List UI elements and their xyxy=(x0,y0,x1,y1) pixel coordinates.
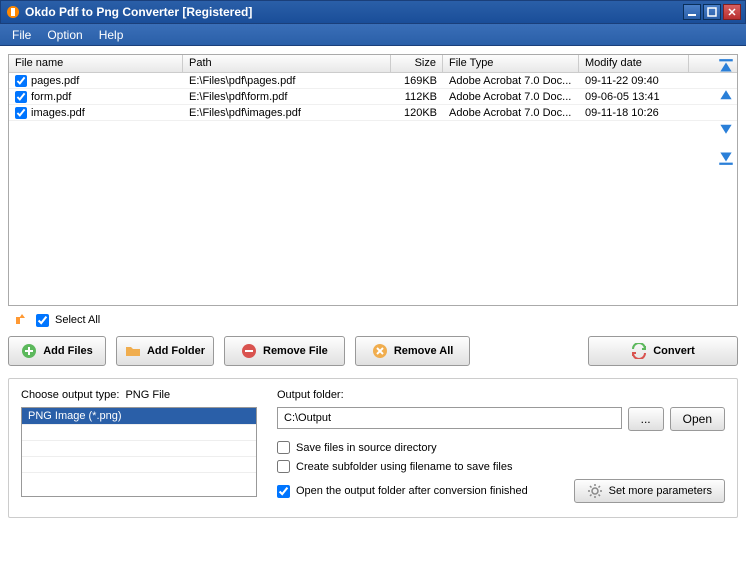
column-header-type[interactable]: File Type xyxy=(443,55,579,72)
output-folder-label: Output folder: xyxy=(277,389,725,401)
file-date: 09-11-22 09:40 xyxy=(579,75,689,87)
file-path: E:\Files\pdf\pages.pdf xyxy=(183,75,391,87)
column-header-size[interactable]: Size xyxy=(391,55,443,72)
set-more-parameters-button[interactable]: Set more parameters xyxy=(574,479,725,503)
file-size: 120KB xyxy=(391,107,443,119)
app-logo-icon xyxy=(5,4,21,20)
file-table: File name Path Size File Type Modify dat… xyxy=(8,54,738,306)
save-in-source-label: Save files in source directory xyxy=(296,442,437,454)
file-row-checkbox[interactable] xyxy=(15,91,27,103)
menu-file[interactable]: File xyxy=(4,28,39,42)
add-folder-button[interactable]: Add Folder xyxy=(116,336,214,366)
minus-icon xyxy=(241,343,257,359)
gear-icon xyxy=(587,483,603,499)
file-name: images.pdf xyxy=(31,107,85,119)
open-after-label: Open the output folder after conversion … xyxy=(296,485,528,497)
menu-option[interactable]: Option xyxy=(39,28,90,42)
window-title: Okdo Pdf to Png Converter [Registered] xyxy=(25,5,681,19)
output-folder-input[interactable] xyxy=(277,407,622,429)
title-bar: Okdo Pdf to Png Converter [Registered] xyxy=(0,0,746,24)
menu-bar: File Option Help xyxy=(0,24,746,46)
plus-icon xyxy=(21,343,37,359)
column-header-path[interactable]: Path xyxy=(183,55,391,72)
close-button[interactable] xyxy=(723,4,741,20)
file-date: 09-06-05 13:41 xyxy=(579,91,689,103)
file-type: Adobe Acrobat 7.0 Doc... xyxy=(443,75,579,87)
file-type: Adobe Acrobat 7.0 Doc... xyxy=(443,91,579,103)
convert-button[interactable]: Convert xyxy=(588,336,738,366)
open-folder-button[interactable]: Open xyxy=(670,407,725,431)
output-type-current: PNG File xyxy=(125,389,170,401)
add-files-button[interactable]: Add Files xyxy=(8,336,106,366)
file-row-checkbox[interactable] xyxy=(15,75,27,87)
file-name: pages.pdf xyxy=(31,75,79,87)
table-header: File name Path Size File Type Modify dat… xyxy=(9,55,737,73)
file-path: E:\Files\pdf\form.pdf xyxy=(183,91,391,103)
save-in-source-checkbox[interactable] xyxy=(277,441,290,454)
output-panel: Choose output type: PNG File PNG Image (… xyxy=(8,378,738,518)
move-bottom-icon[interactable] xyxy=(717,148,735,166)
folder-icon xyxy=(125,343,141,359)
select-all-label: Select All xyxy=(55,314,100,326)
remove-all-button[interactable]: Remove All xyxy=(355,336,471,366)
create-subfolder-label: Create subfolder using filename to save … xyxy=(296,461,512,473)
move-up-icon[interactable] xyxy=(717,88,735,106)
file-size: 112KB xyxy=(391,91,443,103)
convert-icon xyxy=(631,343,647,359)
file-type: Adobe Acrobat 7.0 Doc... xyxy=(443,107,579,119)
file-size: 169KB xyxy=(391,75,443,87)
table-row[interactable]: pages.pdf E:\Files\pdf\pages.pdf169KBAdob… xyxy=(9,73,737,89)
open-after-checkbox[interactable] xyxy=(277,485,290,498)
select-all-checkbox[interactable] xyxy=(36,314,49,327)
table-row[interactable]: form.pdf E:\Files\pdf\form.pdf112KBAdobe … xyxy=(9,89,737,105)
minimize-button[interactable] xyxy=(683,4,701,20)
output-type-option[interactable]: PNG Image (*.png) xyxy=(22,408,256,424)
reorder-arrows xyxy=(714,58,738,166)
file-name: form.pdf xyxy=(31,91,71,103)
file-path: E:\Files\pdf\images.pdf xyxy=(183,107,391,119)
column-header-name[interactable]: File name xyxy=(9,55,183,72)
menu-help[interactable]: Help xyxy=(91,28,132,42)
output-type-label: Choose output type: xyxy=(21,389,119,401)
browse-button[interactable]: ... xyxy=(628,407,664,431)
create-subfolder-checkbox[interactable] xyxy=(277,460,290,473)
maximize-button[interactable] xyxy=(703,4,721,20)
move-down-icon[interactable] xyxy=(717,118,735,136)
column-header-date[interactable]: Modify date xyxy=(579,55,689,72)
file-date: 09-11-18 10:26 xyxy=(579,107,689,119)
remove-file-button[interactable]: Remove File xyxy=(224,336,345,366)
table-row[interactable]: images.pdf E:\Files\pdf\images.pdf120KBAd… xyxy=(9,105,737,121)
folder-up-icon[interactable] xyxy=(14,312,30,328)
move-top-icon[interactable] xyxy=(717,58,735,76)
file-row-checkbox[interactable] xyxy=(15,107,27,119)
remove-all-icon xyxy=(372,343,388,359)
output-type-list[interactable]: PNG Image (*.png) xyxy=(21,407,257,497)
